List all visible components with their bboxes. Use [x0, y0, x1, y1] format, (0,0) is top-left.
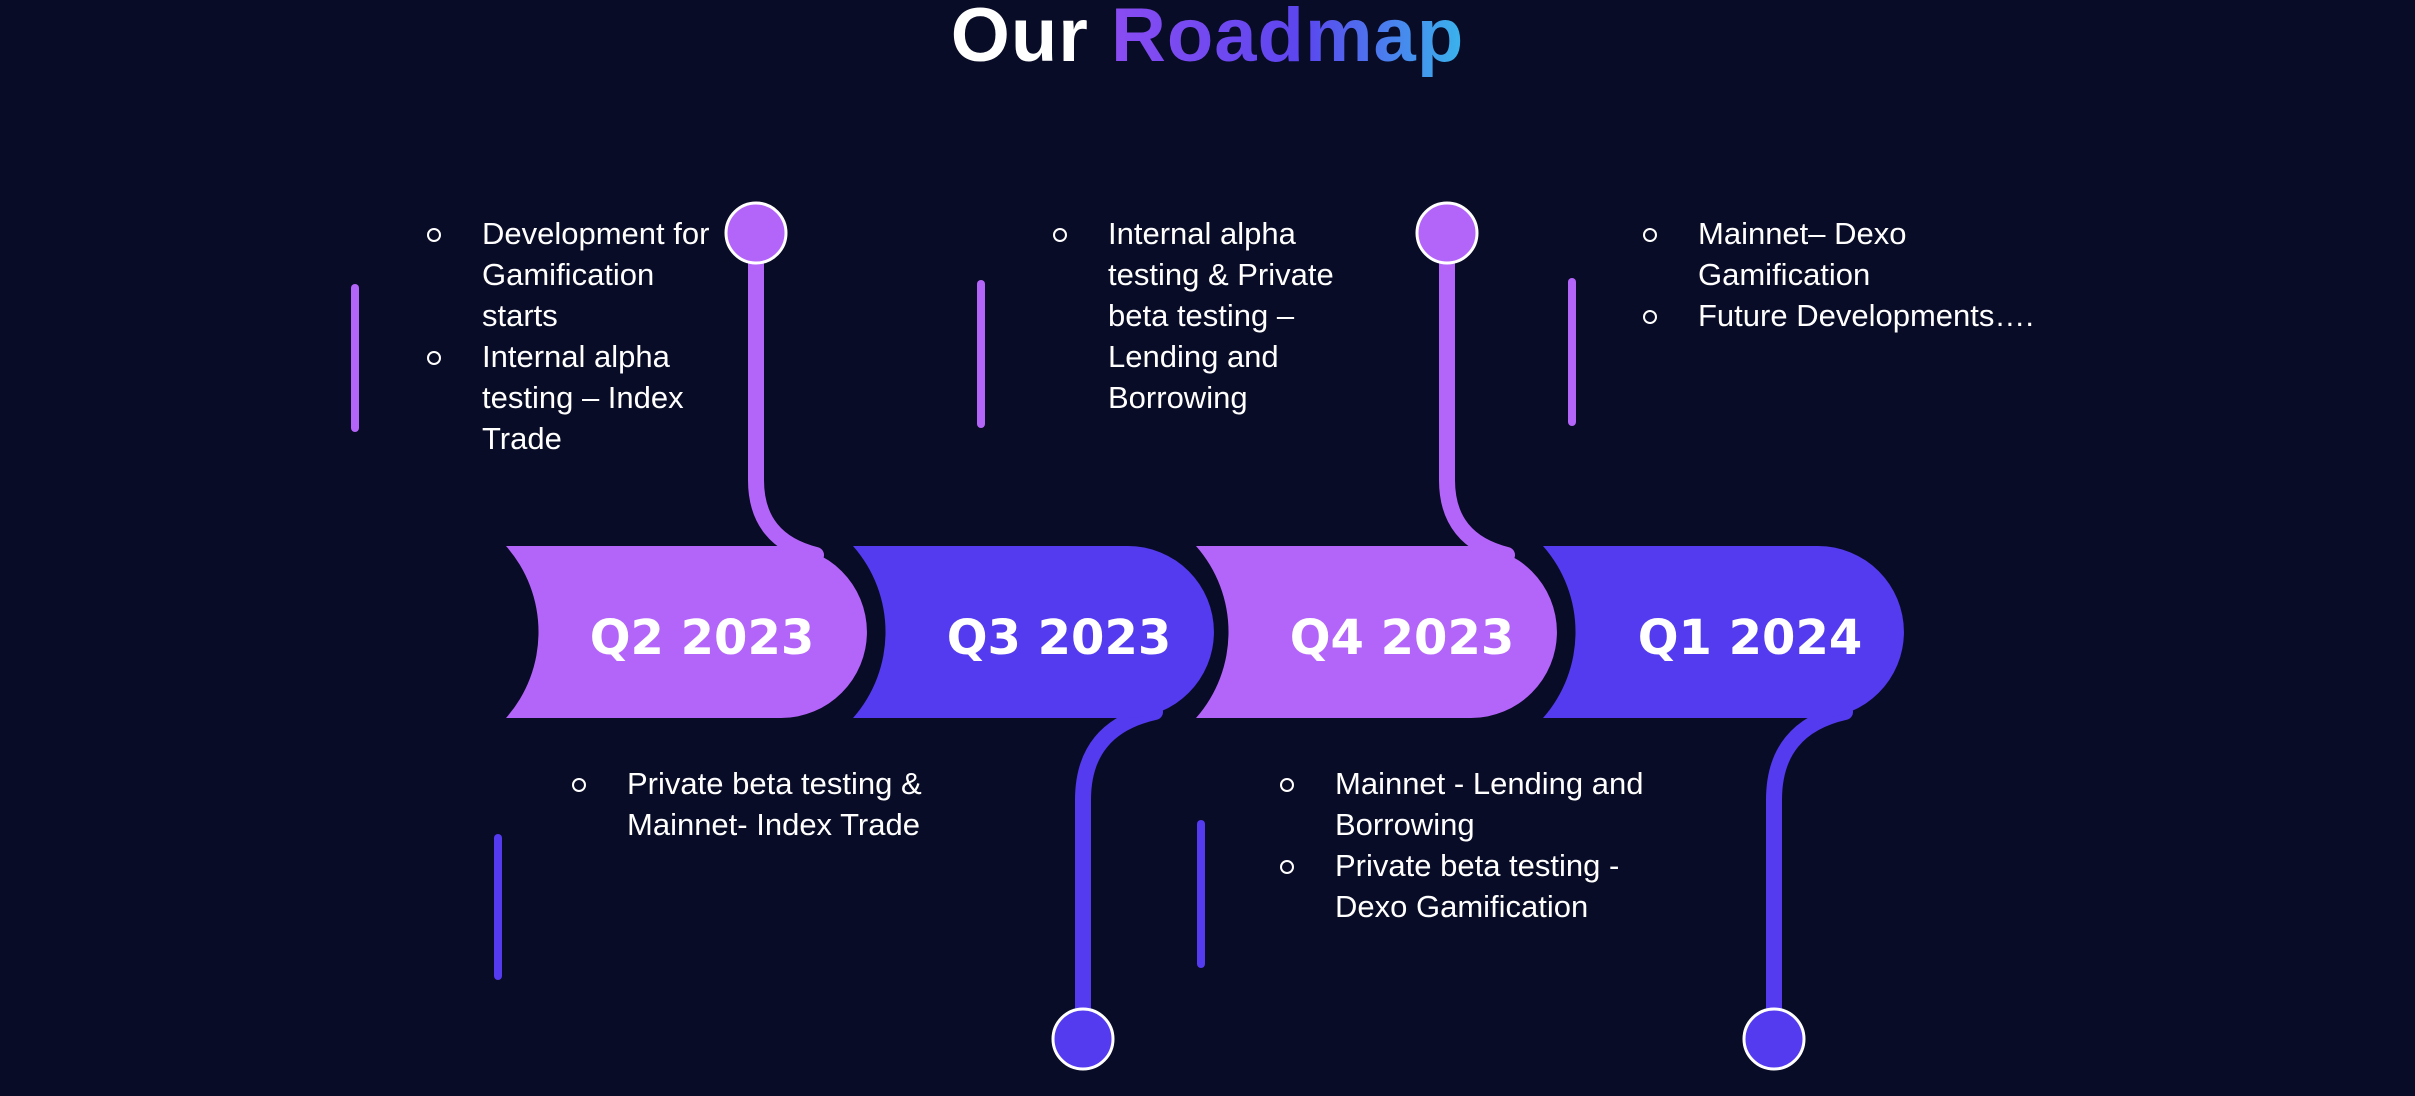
roadmap-diagram: Q2 2023 Q3 2023 Q4 2023 Q1 2024 — [351, 201, 1904, 1071]
notes-q2-2023: Development for Gamification starts Inte… — [427, 213, 732, 459]
milestone-dot-q1 — [1742, 1007, 1806, 1071]
list-item: Private beta testing - Dexo Gamification — [1280, 845, 1675, 927]
list-item: Mainnet - Lending and Borrowing — [1280, 763, 1675, 845]
quarter-label-q3: Q3 2023 — [947, 610, 1172, 666]
bullet-icon — [1280, 778, 1294, 792]
note-text: Development for Gamification starts — [482, 216, 710, 333]
list-item: Development for Gamification starts — [427, 213, 732, 336]
bullet-icon — [1280, 860, 1294, 874]
bullet-icon — [1643, 310, 1657, 324]
note-text: Internal alpha testing & Private beta te… — [1108, 216, 1334, 415]
bullet-icon — [572, 778, 586, 792]
connector-q3 — [1075, 704, 1163, 1048]
notes-q1-2024: Mainnet - Lending and Borrowing Private … — [1280, 763, 1675, 927]
notes-q4-2023: Internal alpha testing & Private beta te… — [1053, 213, 1358, 418]
bullet-icon — [1643, 228, 1657, 242]
quarter-label-q1: Q1 2024 — [1638, 610, 1863, 666]
note-text: Mainnet– Dexo Gamification — [1698, 216, 1907, 292]
note-text: Private beta testing & Mainnet- Index Tr… — [627, 766, 922, 842]
connector-q1 — [1766, 704, 1853, 1048]
quarter-label-q4: Q4 2023 — [1290, 610, 1515, 666]
milestone-dot-q2 — [724, 201, 788, 265]
connector-q2 — [748, 226, 824, 563]
note-text: Mainnet - Lending and Borrowing — [1335, 766, 1644, 842]
list-item: Internal alpha testing & Private beta te… — [1053, 213, 1358, 418]
list-item: Future Developments…. — [1643, 295, 2038, 336]
notes-q3-2023: Private beta testing & Mainnet- Index Tr… — [572, 763, 967, 845]
note-text: Future Developments…. — [1698, 298, 2034, 333]
bullet-icon — [427, 351, 441, 365]
note-text: Private beta testing - Dexo Gamification — [1335, 848, 1620, 924]
notes-extra: Mainnet– Dexo Gamification Future Develo… — [1643, 213, 2038, 336]
quarter-label-q2: Q2 2023 — [590, 610, 815, 666]
note-text: Internal alpha testing – Index Trade — [482, 339, 684, 456]
list-item: Private beta testing & Mainnet- Index Tr… — [572, 763, 967, 845]
list-item: Internal alpha testing – Index Trade — [427, 336, 732, 459]
milestone-dot-q4 — [1415, 201, 1479, 265]
milestone-dot-q3 — [1051, 1007, 1115, 1071]
bullet-icon — [1053, 228, 1067, 242]
connector-q4 — [1439, 226, 1515, 563]
bullet-icon — [427, 228, 441, 242]
list-item: Mainnet– Dexo Gamification — [1643, 213, 2038, 295]
